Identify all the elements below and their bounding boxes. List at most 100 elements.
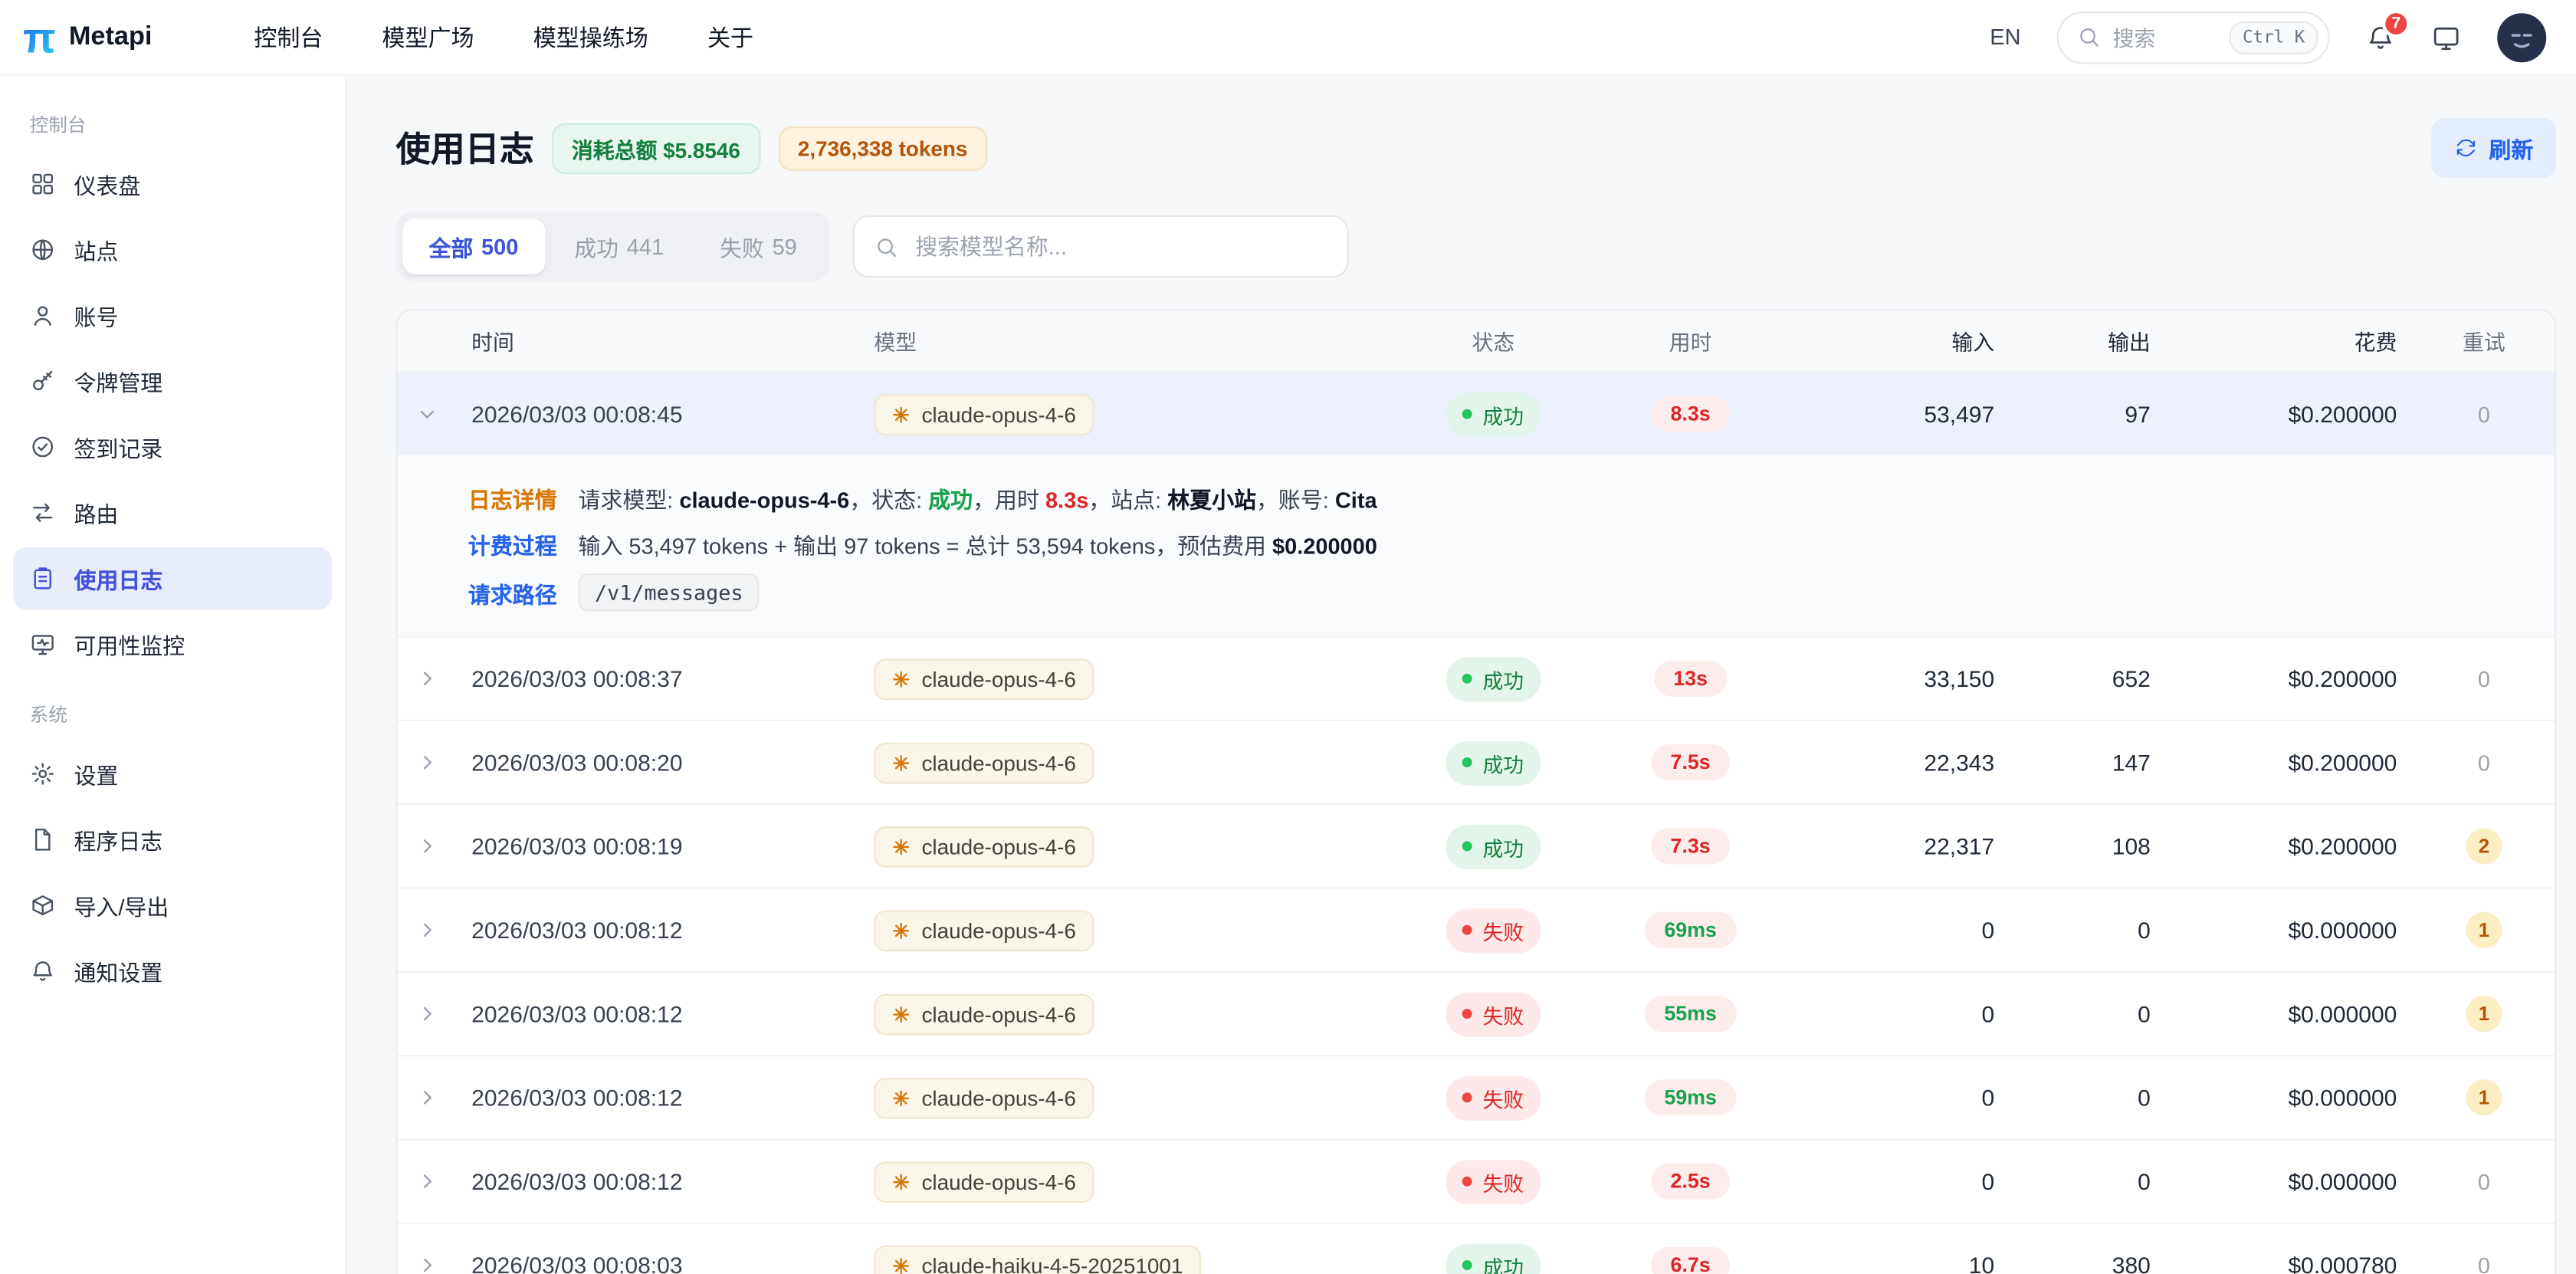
nav-item-console[interactable]: 控制台: [254, 21, 323, 54]
sidebar-item-label: 仪表盘: [74, 168, 140, 201]
retry-count: 0: [2478, 666, 2490, 691]
log-time: 2026/03/03 00:08:12: [457, 917, 858, 943]
model-search-box[interactable]: [853, 215, 1349, 277]
status-dot: [1463, 841, 1473, 851]
model-name: claude-opus-4-6: [921, 666, 1075, 691]
nav-item-model-square[interactable]: 模型广场: [382, 21, 474, 54]
table-row[interactable]: 2026/03/03 00:08:03 claude-haiku-4-5-202…: [398, 1224, 2555, 1274]
status-label: 成功: [1482, 399, 1524, 430]
model-badge: claude-opus-4-6: [874, 742, 1094, 783]
table-row[interactable]: 2026/03/03 00:08:12 claude-opus-4-6 失败 6…: [398, 889, 2555, 973]
duration-badge: 7.3s: [1651, 828, 1731, 864]
model-name: claude-opus-4-6: [921, 750, 1075, 775]
status-label: 失败: [1482, 998, 1524, 1029]
sidebar-item-dashboard[interactable]: 仪表盘: [13, 153, 332, 215]
cost-value: $0.000000: [2167, 1000, 2414, 1026]
table-row[interactable]: 2026/03/03 00:08:12 claude-opus-4-6 失败 5…: [398, 973, 2555, 1056]
usage-log-table: 时间 模型 状态 用时 输入 输出 花费 重试 2026/03/03 00:08…: [396, 309, 2557, 1274]
model-name: claude-haiku-4-5-20251001: [921, 1253, 1183, 1274]
key-icon: [30, 368, 56, 394]
chevron-right-icon[interactable]: [415, 667, 438, 690]
model-starburst-icon: [892, 921, 911, 939]
sidebar-item-notification-settings[interactable]: 通知设置: [13, 940, 332, 1002]
output-tokens: 108: [2011, 833, 2167, 859]
sidebar-item-usage-logs[interactable]: 使用日志: [13, 547, 332, 609]
retry-count-badge: 1: [2466, 912, 2502, 948]
chevron-right-icon[interactable]: [415, 1003, 438, 1026]
table-row[interactable]: 2026/03/03 00:08:45 claude-opus-4-6 成功 8…: [398, 373, 2555, 455]
main-content: 使用日志 消耗总额 $5.8546 2,736,338 tokens 刷新 全部…: [346, 76, 2576, 1274]
output-tokens: 0: [2011, 1168, 2167, 1194]
status-label: 失败: [1482, 1082, 1524, 1113]
filter-failed[interactable]: 失败 59: [694, 218, 823, 274]
chevron-right-icon[interactable]: [415, 835, 438, 858]
detail-log-label: 日志详情: [468, 481, 557, 514]
model-name: claude-opus-4-6: [921, 402, 1075, 426]
input-tokens: 53,497: [1806, 401, 2011, 427]
chevron-down-icon[interactable]: [415, 402, 438, 425]
route-icon: [30, 500, 56, 526]
nav-item-playground[interactable]: 模型操练场: [533, 21, 648, 54]
nav-item-about[interactable]: 关于: [707, 21, 753, 54]
sidebar-item-tokens[interactable]: 令牌管理: [13, 350, 332, 412]
dashboard-icon: [30, 171, 56, 197]
shortcut-hint: Ctrl K: [2230, 21, 2318, 54]
log-time: 2026/03/03 00:08:12: [457, 1000, 858, 1026]
global-search[interactable]: 搜索 Ctrl K: [2057, 11, 2330, 64]
chevron-right-icon[interactable]: [415, 751, 438, 774]
table-row[interactable]: 2026/03/03 00:08:12 claude-opus-4-6 失败 5…: [398, 1056, 2555, 1140]
status-badge: 失败: [1446, 1075, 1540, 1120]
filter-success[interactable]: 成功 441: [548, 218, 690, 274]
status-label: 失败: [1482, 1166, 1524, 1197]
refresh-label: 刷新: [2489, 131, 2533, 164]
sidebar-item-sites[interactable]: 站点: [13, 218, 332, 281]
table-row[interactable]: 2026/03/03 00:08:19 claude-opus-4-6 成功 7…: [398, 805, 2555, 888]
status-label: 成功: [1482, 663, 1524, 694]
model-search-input[interactable]: [912, 232, 1327, 260]
sidebar-item-app-logs[interactable]: 程序日志: [13, 809, 332, 871]
status-dot: [1463, 757, 1473, 767]
chevron-right-icon[interactable]: [415, 1253, 438, 1274]
globe-icon: [30, 237, 56, 263]
display-icon: [2431, 22, 2461, 52]
notifications-button[interactable]: 7: [2366, 22, 2396, 52]
chevron-right-icon[interactable]: [415, 918, 438, 941]
file-icon: [30, 826, 56, 852]
sidebar-item-settings[interactable]: 设置: [13, 743, 332, 805]
model-badge: claude-opus-4-6: [874, 993, 1094, 1035]
model-starburst-icon: [892, 1256, 911, 1274]
log-time: 2026/03/03 00:08:45: [457, 401, 858, 427]
filter-all[interactable]: 全部 500: [402, 218, 544, 274]
display-mode-button[interactable]: [2431, 22, 2461, 52]
status-badge: 成功: [1446, 740, 1540, 785]
input-tokens: 0: [1806, 1085, 2011, 1111]
avatar[interactable]: [2497, 12, 2546, 61]
col-header-output: 输出: [2011, 325, 2167, 356]
model-starburst-icon: [892, 405, 911, 423]
sidebar-item-routes[interactable]: 路由: [13, 481, 332, 543]
language-switcher[interactable]: EN: [1990, 25, 2020, 49]
status-dot: [1463, 674, 1473, 684]
status-filter-tabs: 全部 500 成功 441 失败 59: [396, 212, 830, 281]
status-dot: [1463, 1177, 1473, 1187]
refresh-button[interactable]: 刷新: [2431, 118, 2556, 177]
chevron-right-icon[interactable]: [415, 1086, 438, 1109]
filter-count: 441: [627, 234, 664, 258]
detail-billing-cost: $0.200000: [1272, 534, 1377, 559]
sidebar-item-availability[interactable]: 可用性监控: [13, 613, 332, 675]
page-header: 使用日志 消耗总额 $5.8546 2,736,338 tokens 刷新: [396, 118, 2557, 177]
sidebar-item-accounts[interactable]: 账号: [13, 284, 332, 346]
sidebar-section-system: 系统: [0, 678, 345, 739]
table-row[interactable]: 2026/03/03 00:08:37 claude-opus-4-6 成功 1…: [398, 638, 2555, 721]
sidebar-item-label: 账号: [74, 299, 118, 332]
detail-log-text: 请求模型: claude-opus-4-6，状态: 成功，用时 8.3s，站点:…: [579, 481, 1377, 514]
sidebar-item-checkin[interactable]: 签到记录: [13, 415, 332, 478]
model-name: claude-opus-4-6: [921, 1001, 1075, 1026]
col-header-input: 输入: [1806, 325, 2011, 356]
table-row[interactable]: 2026/03/03 00:08:12 claude-opus-4-6 失败 2…: [398, 1141, 2555, 1224]
table-row[interactable]: 2026/03/03 00:08:20 claude-opus-4-6 成功 7…: [398, 721, 2555, 805]
input-tokens: 22,317: [1806, 833, 2011, 859]
chevron-right-icon[interactable]: [415, 1170, 438, 1193]
detail-billing-label: 计费过程: [468, 527, 557, 560]
sidebar-item-import-export[interactable]: 导入/导出: [13, 874, 332, 936]
